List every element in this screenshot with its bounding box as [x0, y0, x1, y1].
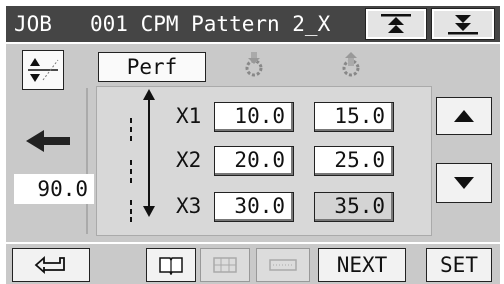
- return-icon: [34, 256, 65, 274]
- triangle-down-icon: [454, 177, 474, 189]
- dotted-line-icon: [269, 259, 297, 271]
- scroll-up-button[interactable]: [436, 97, 492, 135]
- mode-toggle-button[interactable]: [22, 50, 64, 90]
- vertical-range-arrow-icon: [143, 89, 155, 217]
- position-value-display: 90.0: [14, 174, 94, 204]
- x1-end-field[interactable]: 15.0: [314, 102, 394, 132]
- x3-end-field[interactable]: 35.0: [314, 192, 394, 222]
- job-label: JOB: [14, 12, 52, 36]
- next-button[interactable]: NEXT: [318, 248, 406, 282]
- set-button[interactable]: SET: [426, 248, 492, 282]
- grid-icon: [213, 257, 237, 273]
- guide-line: [86, 88, 88, 234]
- page-title: 001 CPM Pattern 2_X: [90, 12, 331, 36]
- dotted-marks: [130, 118, 132, 222]
- page-down-button[interactable]: [431, 8, 495, 40]
- return-button[interactable]: [12, 248, 90, 282]
- x1-start-field[interactable]: 10.0: [214, 102, 294, 132]
- double-chevron-down-icon: [448, 15, 478, 35]
- row-label-x1: X1: [176, 104, 202, 128]
- page-up-button[interactable]: [365, 8, 427, 40]
- double-chevron-up-icon: [381, 14, 411, 33]
- x2-end-field[interactable]: 25.0: [314, 146, 394, 176]
- x3-start-field[interactable]: 30.0: [214, 192, 294, 222]
- grid-button[interactable]: [200, 248, 250, 282]
- x2-start-field[interactable]: 20.0: [214, 146, 294, 176]
- mode-label[interactable]: Perf: [98, 52, 206, 82]
- scroll-down-button[interactable]: [436, 163, 492, 203]
- gear-up-icon: [342, 52, 360, 77]
- gear-down-icon: [245, 52, 263, 77]
- cutter-icon: [28, 58, 59, 82]
- row-label-x2: X2: [176, 148, 202, 172]
- book-button[interactable]: [146, 248, 196, 282]
- row-label-x3: X3: [176, 194, 202, 218]
- left-arrow-icon[interactable]: [24, 128, 74, 154]
- book-icon: [159, 257, 183, 275]
- dotted-line-button[interactable]: [256, 248, 310, 282]
- triangle-up-icon: [454, 110, 474, 122]
